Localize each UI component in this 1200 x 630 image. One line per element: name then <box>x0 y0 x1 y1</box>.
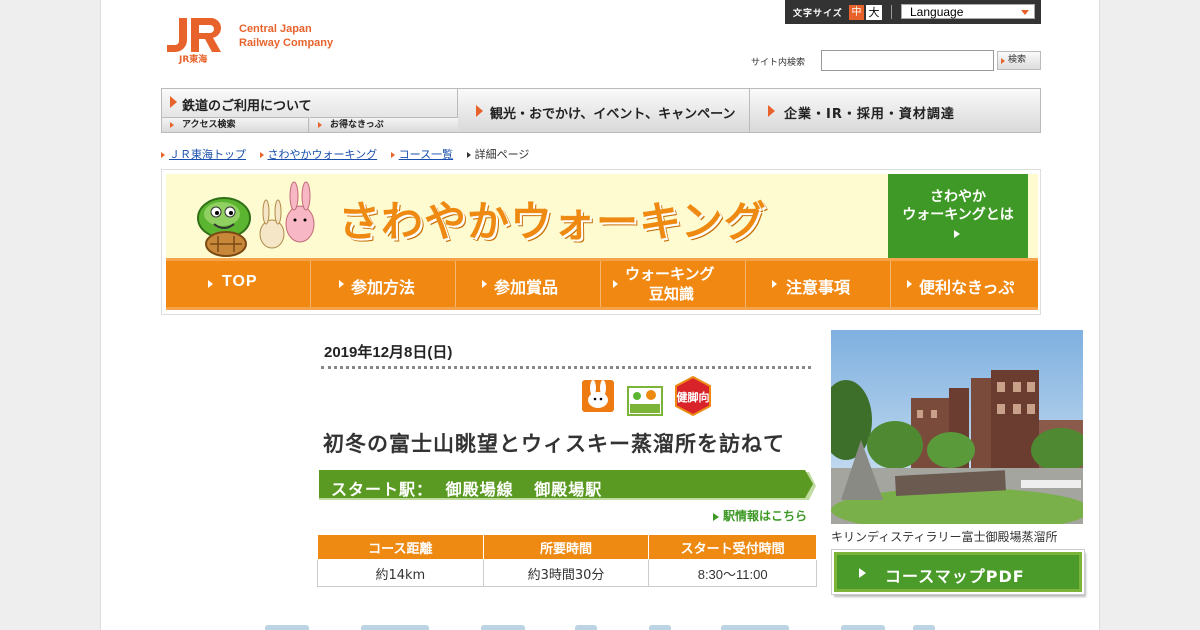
arrow-right-icon <box>1001 58 1005 64</box>
font-size-label: 文字サイズ <box>793 9 843 19</box>
arrow-right-icon <box>170 122 174 128</box>
table-cell-distance: 約14km <box>317 559 484 587</box>
walking-nav-how-to-join[interactable]: 参加方法 <box>311 261 456 307</box>
breadcrumb-link-walking[interactable]: さわやかウォーキング <box>268 148 378 161</box>
walking-logo-icon <box>627 386 663 416</box>
mascot-illustration <box>197 181 315 257</box>
start-station-bar: スタート駅： 御殿場線 御殿場駅 <box>319 470 817 502</box>
divider <box>321 366 811 369</box>
arrow-right-icon <box>259 152 264 158</box>
walking-banner: さわやかウォーキング さわやか ウォーキングとは <box>166 174 1038 258</box>
course-title: 初冬の富士山眺望とウィスキー蒸溜所を訪ねて <box>323 432 785 456</box>
arrow-right-icon <box>482 280 487 288</box>
walking-header: さわやかウォーキング さわやか ウォーキングとは TOP 参加方法 参加賞品 ウ… <box>161 169 1041 315</box>
arrow-right-icon <box>772 280 777 288</box>
arrow-right-icon <box>476 105 483 117</box>
chevron-down-icon <box>1021 10 1029 15</box>
jr-logo-icon: JR東海 <box>167 17 222 65</box>
search-label: サイト内検索 <box>751 58 806 68</box>
page: JR東海 Central Japan Railway Company 文字サイズ… <box>100 0 1100 630</box>
clipped-button[interactable] <box>721 625 789 630</box>
table-header-duration: 所要時間 <box>482 534 650 560</box>
course-date: 2019年12月8日(日) <box>324 344 453 361</box>
arrow-right-icon <box>208 280 213 288</box>
svg-text:健脚向: 健脚向 <box>677 390 710 404</box>
table-row: 約14km 約3時間30分 8:30～11:00 <box>317 559 817 587</box>
table-cell-start-time: 8:30～11:00 <box>648 559 817 587</box>
arrow-right-icon <box>713 512 719 521</box>
language-select[interactable]: Language <box>901 4 1035 19</box>
start-line: 御殿場線 <box>445 480 514 499</box>
walking-nav: TOP 参加方法 参加賞品 ウォーキング 豆知識 注意事項 便利なきっぷ <box>166 258 1038 310</box>
breadcrumb-link-top[interactable]: ＪＲ東海トップ <box>169 148 246 161</box>
arrow-right-icon <box>954 230 960 238</box>
arrow-right-icon <box>390 152 395 158</box>
nav-item-rail[interactable]: 鉄道のご利用について アクセス検索 お得なきっぷ <box>162 89 458 132</box>
font-size-medium-button[interactable]: 中 <box>849 5 864 20</box>
arrow-right-icon <box>613 280 618 288</box>
walking-nav-tickets[interactable]: 便利なきっぷ <box>891 261 1036 307</box>
clipped-button[interactable] <box>481 625 525 630</box>
language-select-value: Language <box>910 5 964 19</box>
course-info-table: コース距離 所要時間 スタート受付時間 約14km 約3時間30分 8:30～1… <box>317 534 817 587</box>
arrow-right-icon <box>859 568 866 578</box>
clipped-button[interactable] <box>575 625 597 630</box>
font-size-large-button[interactable]: 大 <box>866 5 882 20</box>
station-info-link[interactable]: 駅情報はこちら <box>713 507 807 524</box>
search-input[interactable] <box>821 50 994 71</box>
logo-company-name: Central Japan Railway Company <box>239 23 334 49</box>
arrow-right-icon <box>768 105 775 117</box>
global-nav: 鉄道のご利用について アクセス検索 お得なきっぷ 観光・おでかけ、イベント、キャ… <box>161 88 1041 133</box>
logo-sub-text: JR東海 <box>178 53 207 64</box>
distillery-image <box>831 330 1083 524</box>
arrow-right-icon <box>161 152 165 158</box>
breadcrumb-current: 詳細ページ <box>474 148 530 161</box>
walking-nav-notes[interactable]: 注意事項 <box>746 261 891 307</box>
start-station-name: 御殿場駅 <box>534 480 603 499</box>
arrow-right-icon <box>466 152 471 158</box>
arrow-right-icon <box>907 280 912 288</box>
divider <box>891 5 892 19</box>
table-cell-duration: 約3時間30分 <box>482 559 650 587</box>
arrow-right-icon <box>170 96 177 108</box>
table-header-start-time: スタート受付時間 <box>648 534 817 560</box>
walking-nav-prizes[interactable]: 参加賞品 <box>456 261 601 307</box>
advanced-level-badge: 健脚向 <box>675 376 711 416</box>
clipped-button[interactable] <box>265 625 309 630</box>
distillery-photo <box>831 330 1083 524</box>
family-rabbit-icon <box>582 380 614 412</box>
search-button[interactable]: 検索 <box>997 51 1041 70</box>
start-station-label: スタート駅： <box>331 480 434 499</box>
course-map-pdf-button[interactable]: コースマップPDF <box>832 550 1084 594</box>
table-header-row: コース距離 所要時間 スタート受付時間 <box>317 534 817 560</box>
walking-title: さわやかウォーキング <box>338 197 767 246</box>
nav-sub-tickets[interactable]: お得なきっぷ <box>310 117 458 132</box>
breadcrumb-link-courses[interactable]: コース一覧 <box>399 148 453 161</box>
clipped-button[interactable] <box>913 625 935 630</box>
walking-nav-tips[interactable]: ウォーキング 豆知識 <box>601 261 746 307</box>
clipped-button[interactable] <box>361 625 429 630</box>
walking-nav-top[interactable]: TOP <box>166 261 311 307</box>
nav-item-corporate[interactable]: 企業・IR・採用・資材調達 <box>750 89 1040 132</box>
photo-caption: キリンディスティラリー富士御殿場蒸溜所 <box>831 530 1058 544</box>
clipped-button[interactable] <box>841 625 885 630</box>
clipped-button[interactable] <box>649 625 671 630</box>
jr-central-logo[interactable]: JR東海 Central Japan Railway Company <box>161 14 361 65</box>
arrow-right-icon <box>339 280 344 288</box>
nav-sub-access[interactable]: アクセス検索 <box>162 117 309 132</box>
utility-bar: 文字サイズ 中 大 Language <box>785 0 1041 24</box>
about-walking-button[interactable]: さわやか ウォーキングとは <box>888 174 1028 258</box>
nav-item-sightseeing[interactable]: 観光・おでかけ、イベント、キャンペーン <box>458 89 750 132</box>
arrow-right-icon <box>318 122 322 128</box>
table-header-distance: コース距離 <box>317 534 484 560</box>
breadcrumb: ＪＲ東海トップ さわやかウォーキング コース一覧 詳細ページ <box>161 146 539 162</box>
